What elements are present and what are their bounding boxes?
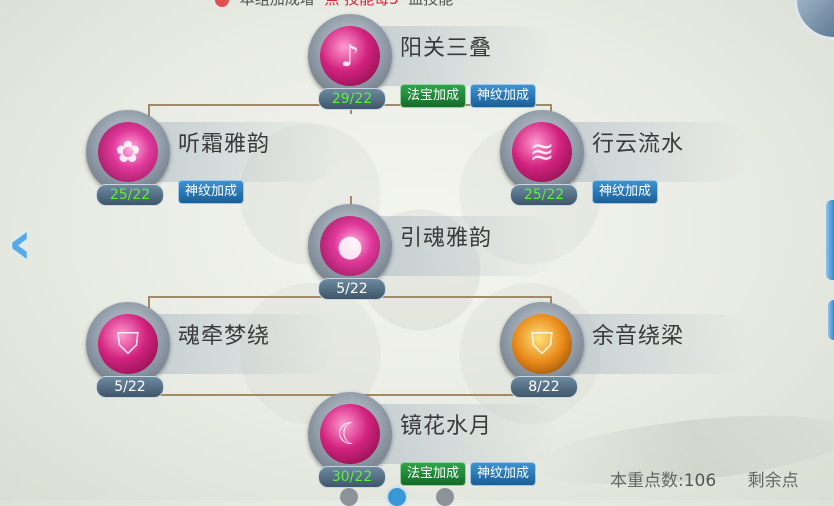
shenwen-bonus-badge: 神纹加成 <box>592 180 659 204</box>
points-value: 106 <box>683 471 717 491</box>
next-page-arrow-icon[interactable] <box>826 200 834 280</box>
top-info-text-a: 本组加成增 <box>240 0 315 8</box>
top-info-text-b: ·点·技能每5 <box>320 0 399 8</box>
corner-decoration <box>794 0 834 40</box>
skill-badges: 法宝加成 神纹加成 <box>400 84 537 108</box>
skill-level: 25/22 <box>510 184 578 206</box>
skill-level: 25/22 <box>96 184 164 206</box>
shenwen-bonus-badge: 神纹加成 <box>470 84 537 108</box>
skill-badges: 神纹加成 <box>592 180 659 204</box>
remaining-points-label: 剩余点 <box>747 471 799 491</box>
skill-name: 魂牵梦绕 <box>178 324 271 349</box>
skill-level: 5/22 <box>318 278 386 300</box>
gold-shield-icon[interactable]: ⛉ <box>512 314 572 374</box>
connector-line <box>148 296 150 308</box>
music-note-icon[interactable]: ♪ <box>320 26 380 86</box>
skill-name: 行云流水 <box>592 132 685 157</box>
alert-icon <box>215 0 229 7</box>
page-dot-active[interactable] <box>388 488 406 506</box>
skill-level: 30/22 <box>318 466 386 488</box>
swirl-icon[interactable]: ≋ <box>512 122 572 182</box>
page-dot[interactable] <box>436 488 454 506</box>
page-dot[interactable] <box>340 488 358 506</box>
fabao-bonus-badge: 法宝加成 <box>400 84 467 108</box>
shield-icon[interactable]: ⛉ <box>98 314 158 374</box>
points-label: 本重点数: <box>610 471 684 491</box>
shenwen-bonus-badge: 神纹加成 <box>470 462 537 486</box>
page-indicator <box>340 488 454 506</box>
skill-level: 29/22 <box>318 88 386 110</box>
skill-badges: 神纹加成 <box>178 180 245 204</box>
skill-badges: 法宝加成 神纹加成 <box>400 462 537 486</box>
crescent-moon-icon[interactable]: ☾ <box>320 404 380 464</box>
skill-name: 余音绕梁 <box>592 324 685 349</box>
skill-level: 5/22 <box>96 376 164 398</box>
shenwen-bonus-badge: 神纹加成 <box>178 180 245 204</box>
flower-icon[interactable]: ✿ <box>98 122 158 182</box>
skill-name: 镜花水月 <box>400 414 493 439</box>
side-tab-icon[interactable] <box>828 300 834 340</box>
fabao-bonus-badge: 法宝加成 <box>400 462 467 486</box>
prev-page-arrow-icon[interactable]: ‹ <box>0 205 40 281</box>
skill-name: 引魂雅韵 <box>400 226 493 251</box>
top-info-text-c: ·血技能 <box>403 0 453 8</box>
skill-name: 阳关三叠 <box>400 36 493 61</box>
skill-level: 8/22 <box>510 376 578 398</box>
top-info-bar: 本组加成增 ·点·技能每5 ·血技能 <box>215 0 615 10</box>
orb-icon[interactable]: ● <box>320 216 380 276</box>
skill-name: 听霜雅韵 <box>178 132 271 157</box>
points-info: 本重点数:106 剩余点 <box>610 466 799 491</box>
